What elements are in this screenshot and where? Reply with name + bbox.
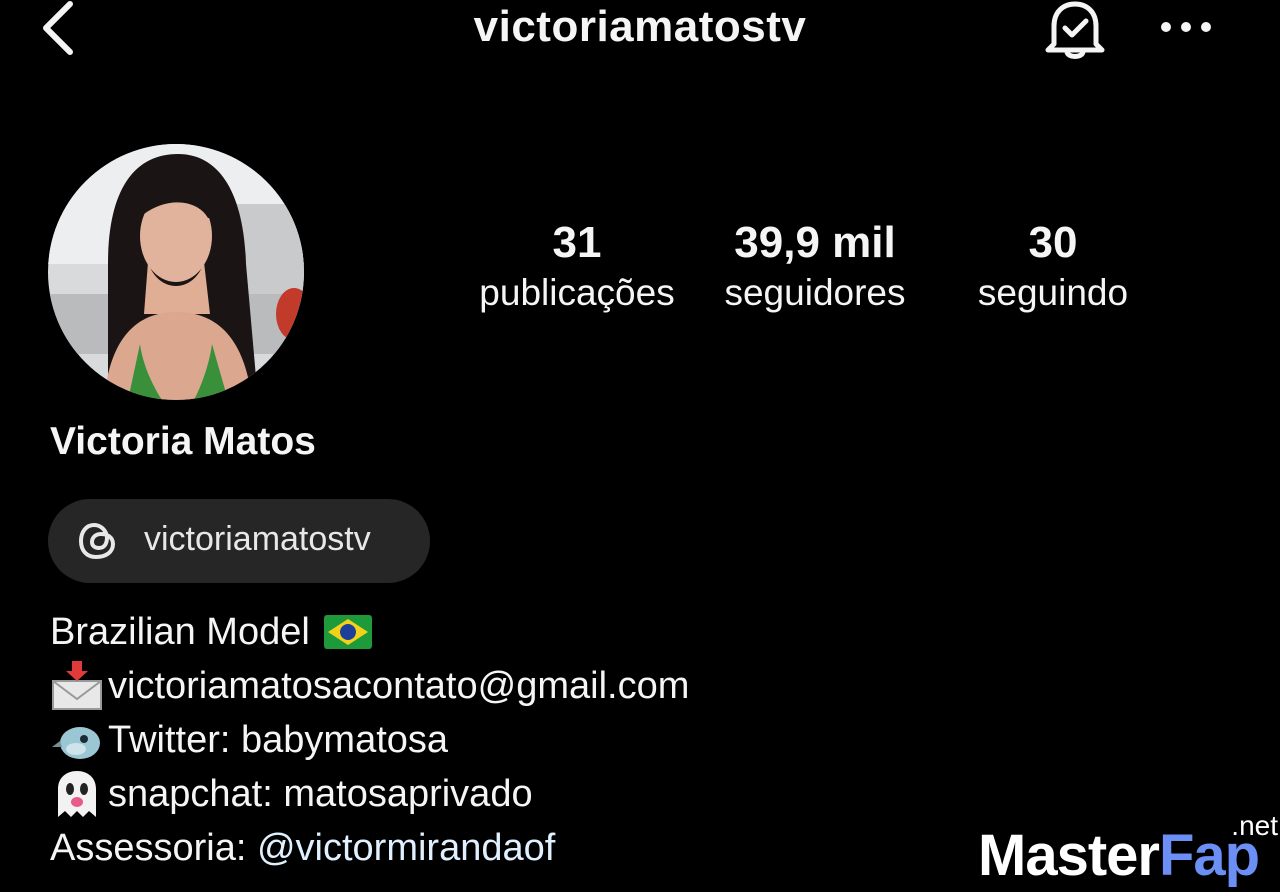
profile-avatar[interactable] bbox=[48, 144, 304, 400]
bio-line-twitter: Twitter: babymatosa bbox=[50, 713, 950, 767]
bio-model-text: Brazilian Model bbox=[50, 611, 310, 653]
followers-label: seguidores bbox=[724, 272, 906, 313]
more-horizontal-icon[interactable] bbox=[1158, 12, 1214, 42]
bird-icon bbox=[52, 727, 100, 759]
watermark-brand: MasterFap bbox=[978, 822, 1260, 889]
profile-display-name: Victoria Matos bbox=[50, 420, 316, 463]
ghost-icon bbox=[58, 771, 96, 817]
posts-count: 31 bbox=[552, 218, 602, 267]
avatar-photo bbox=[48, 144, 304, 400]
brazil-flag-icon bbox=[323, 615, 372, 649]
watermark-logo: MasterFap .net bbox=[978, 810, 1278, 892]
bio-assessoria-label: Assessoria: bbox=[50, 827, 257, 869]
watermark-suffix: .net bbox=[1231, 810, 1278, 841]
following-label: seguindo bbox=[977, 272, 1129, 313]
bio-twitter-text: Twitter: babymatosa bbox=[108, 719, 449, 761]
threads-icon bbox=[78, 522, 116, 560]
stat-posts[interactable]: 31 publicações bbox=[457, 218, 697, 318]
watermark-brand-part1: Master bbox=[978, 823, 1160, 888]
inbox-envelope-icon bbox=[52, 661, 102, 710]
following-count: 30 bbox=[1028, 218, 1078, 267]
posts-label: publicações bbox=[479, 272, 675, 313]
bio-line-snapchat: snapchat: matosaprivado bbox=[50, 767, 950, 821]
followers-count: 39,9 mil bbox=[734, 218, 896, 267]
top-bar: victoriamatostv bbox=[0, 0, 1280, 60]
threads-handle: victoriamatostv bbox=[144, 520, 371, 558]
bio-mention-link[interactable]: @victormirandaof bbox=[257, 821, 555, 875]
stat-following[interactable]: 30 seguindo bbox=[933, 218, 1173, 318]
bio-email-text[interactable]: victoriamatosacontato@gmail.com bbox=[108, 659, 689, 713]
bio-line-assessoria: Assessoria: @victormirandaof bbox=[50, 821, 950, 875]
bio-snapchat-text: snapchat: matosaprivado bbox=[108, 773, 533, 815]
stat-followers[interactable]: 39,9 mil seguidores bbox=[695, 218, 935, 318]
bio-line-model: Brazilian Model bbox=[50, 605, 950, 659]
bio-line-email: victoriamatosacontato@gmail.com bbox=[50, 659, 950, 713]
bell-check-icon[interactable] bbox=[1040, 0, 1110, 60]
profile-bio: Brazilian Model victoriamatosacontato@gm… bbox=[50, 605, 950, 875]
threads-badge-button[interactable]: victoriamatostv bbox=[48, 499, 430, 583]
